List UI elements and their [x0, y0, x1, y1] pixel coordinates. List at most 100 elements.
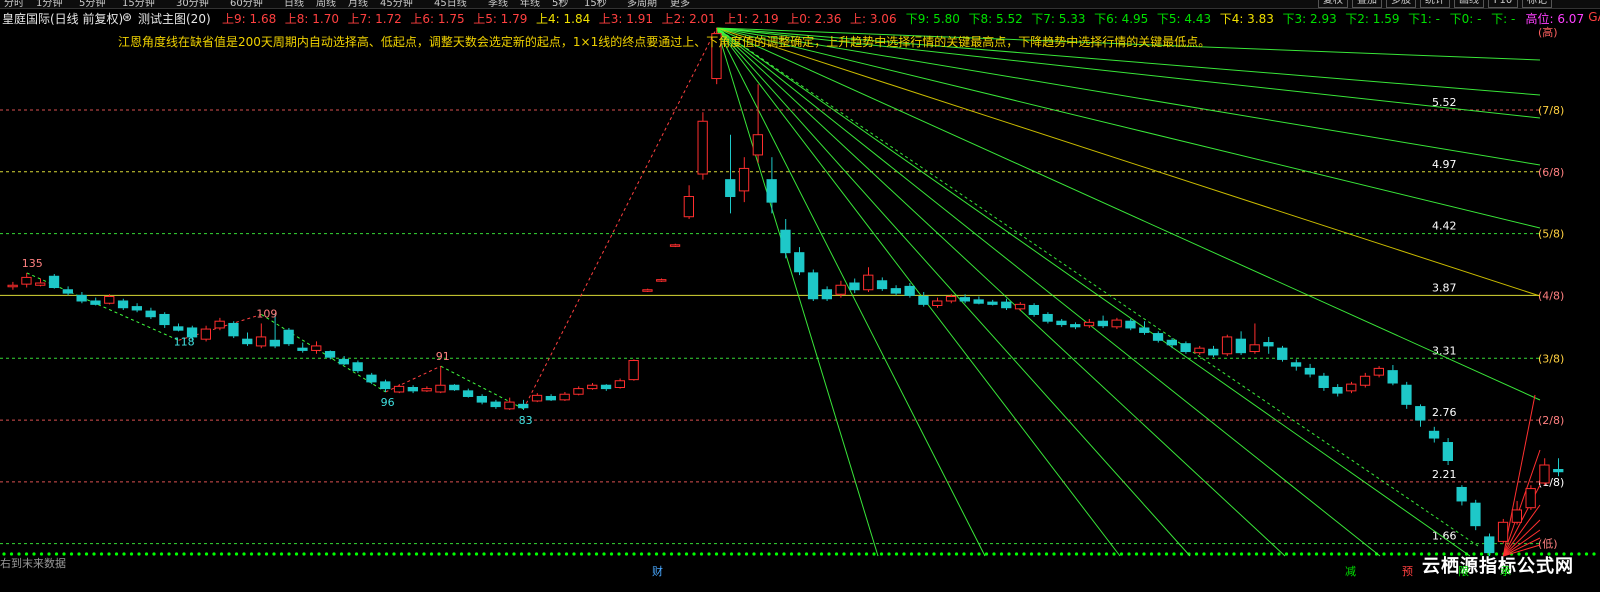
toolbar-button-5[interactable]: F10 — [1488, 0, 1518, 8]
bottom-dot — [729, 552, 734, 556]
bottom-dot — [1269, 552, 1274, 556]
stock-name[interactable]: 皇庭国际(日线 前复权) — [2, 10, 123, 27]
candle-body — [1290, 362, 1302, 367]
toolbar-button-3[interactable]: 统计 — [1420, 0, 1450, 8]
period-tab-5[interactable]: 60分钟 — [230, 0, 263, 9]
candle-body — [1277, 347, 1288, 360]
bottom-dot — [759, 552, 764, 556]
indicator-settings-icon[interactable]: ⊛ — [122, 10, 132, 24]
upper-level-2: 上7: 1.72 — [347, 12, 402, 26]
bottom-dot — [857, 552, 861, 556]
toolbar-button-1[interactable]: 叠加 — [1352, 0, 1382, 8]
bottom-dot — [1134, 552, 1139, 556]
event-marker-0[interactable]: 财 — [652, 563, 663, 579]
period-tab-9[interactable]: 45分钟 — [380, 0, 413, 9]
bottom-dot — [939, 552, 944, 556]
bottom-dot — [902, 552, 906, 556]
candle-body — [642, 289, 653, 292]
candle-body — [90, 300, 101, 305]
status-text: 右到末来数据 — [0, 557, 66, 570]
period-tab-3[interactable]: 15分钟 — [122, 0, 155, 9]
bottom-dot — [1322, 552, 1326, 556]
candle-body — [945, 295, 957, 302]
bottom-dot — [302, 552, 306, 556]
period-tab-11[interactable]: 季线 — [488, 0, 508, 9]
lower-level-0: 下9: 5.80 — [905, 12, 960, 26]
candle-body — [1359, 375, 1371, 386]
bottom-dot — [797, 552, 801, 556]
top-fraction-label: (高) — [1538, 25, 1558, 39]
period-tab-1[interactable]: 1分钟 — [36, 0, 62, 9]
event-marker-4[interactable]: 承 — [1500, 563, 1511, 579]
bottom-dot — [744, 552, 749, 556]
candle-body — [435, 384, 446, 393]
bottom-dot — [1014, 552, 1019, 556]
candle-body — [766, 179, 777, 203]
candle-body — [1083, 321, 1095, 327]
level-price-label-6: 2.21 — [1432, 468, 1457, 481]
bottom-dot — [722, 552, 726, 556]
event-marker-2[interactable]: 预 — [1402, 563, 1413, 579]
candle-body — [104, 295, 115, 304]
lower-level-4: 下5: 4.43 — [1156, 12, 1212, 26]
candlestick-chart[interactable]: 5.52(7/8)4.97(6/8)4.42(5/8)3.87(4/8)3.31… — [0, 0, 1600, 592]
candle-body — [48, 275, 60, 289]
event-marker-1[interactable]: 减 — [1345, 563, 1356, 579]
period-tab-0[interactable]: 分时 — [4, 0, 24, 9]
bottom-dot — [707, 552, 711, 556]
bottom-dot — [804, 552, 809, 556]
candle-body — [1442, 442, 1453, 462]
period-tab-8[interactable]: 月线 — [348, 0, 368, 9]
candle-body — [269, 339, 281, 347]
indicator-name[interactable]: 测试主图(20) — [138, 10, 211, 27]
candle-body — [407, 386, 419, 392]
bottom-dot — [1412, 552, 1416, 556]
period-tab-12[interactable]: 年线 — [520, 0, 540, 9]
bottom-dot — [1292, 552, 1296, 556]
upper-level-6: 上3: 1.91 — [598, 12, 654, 26]
upper-level-9: 上0: 2.36 — [787, 12, 842, 26]
candle-body — [1401, 384, 1412, 405]
bottom-dot — [279, 552, 284, 556]
toolbar-button-0[interactable]: 复权 — [1318, 0, 1348, 8]
period-tab-15[interactable]: 多周期 — [627, 0, 657, 9]
bottom-dot — [204, 552, 209, 556]
period-tab-16[interactable]: 更多 — [670, 0, 690, 9]
period-tab-7[interactable]: 周线 — [316, 0, 336, 9]
bottom-dot — [264, 552, 269, 556]
period-tab-14[interactable]: 15秒 — [584, 0, 607, 9]
period-tab-6[interactable]: 日线 — [284, 0, 304, 9]
candle-body — [159, 313, 170, 326]
period-tab-13[interactable]: 5秒 — [552, 0, 568, 9]
bottom-dot — [669, 552, 674, 556]
period-tab-10[interactable]: 45日线 — [434, 0, 467, 9]
candle-body — [1373, 367, 1384, 376]
bottom-dot — [189, 552, 194, 556]
candle-body — [959, 297, 971, 302]
bottom-dot — [774, 552, 779, 556]
candle-body — [7, 284, 18, 288]
toolbar-button-2[interactable]: 多股 — [1386, 0, 1416, 8]
bottom-dot — [977, 552, 981, 556]
toolbar-button-4[interactable]: 画线 — [1454, 0, 1484, 8]
swing-annotation-1: 118 — [174, 335, 195, 348]
toolbar-button-6[interactable]: 标记 — [1522, 0, 1552, 8]
bottom-dot — [129, 552, 134, 556]
gann-fan-line-dashed — [716, 27, 1479, 547]
bottom-dot — [969, 552, 974, 556]
event-marker-3[interactable]: 限 — [1458, 563, 1469, 579]
bottom-dot — [782, 552, 786, 556]
candle-body — [904, 285, 915, 296]
candle-body — [918, 295, 929, 305]
bottom-dot — [1074, 552, 1079, 556]
period-tab-4[interactable]: 30分钟 — [176, 0, 209, 9]
bottom-dot — [1209, 552, 1214, 556]
period-tab-2[interactable]: 5分钟 — [79, 0, 105, 9]
level-fraction-label-1: (6/8) — [1538, 166, 1564, 179]
bottom-dot — [1359, 552, 1364, 556]
bottom-dot — [332, 552, 336, 556]
candle-body — [587, 384, 598, 390]
bottom-dot — [474, 552, 479, 556]
bottom-dot — [1232, 552, 1236, 556]
bottom-dot — [617, 552, 621, 556]
